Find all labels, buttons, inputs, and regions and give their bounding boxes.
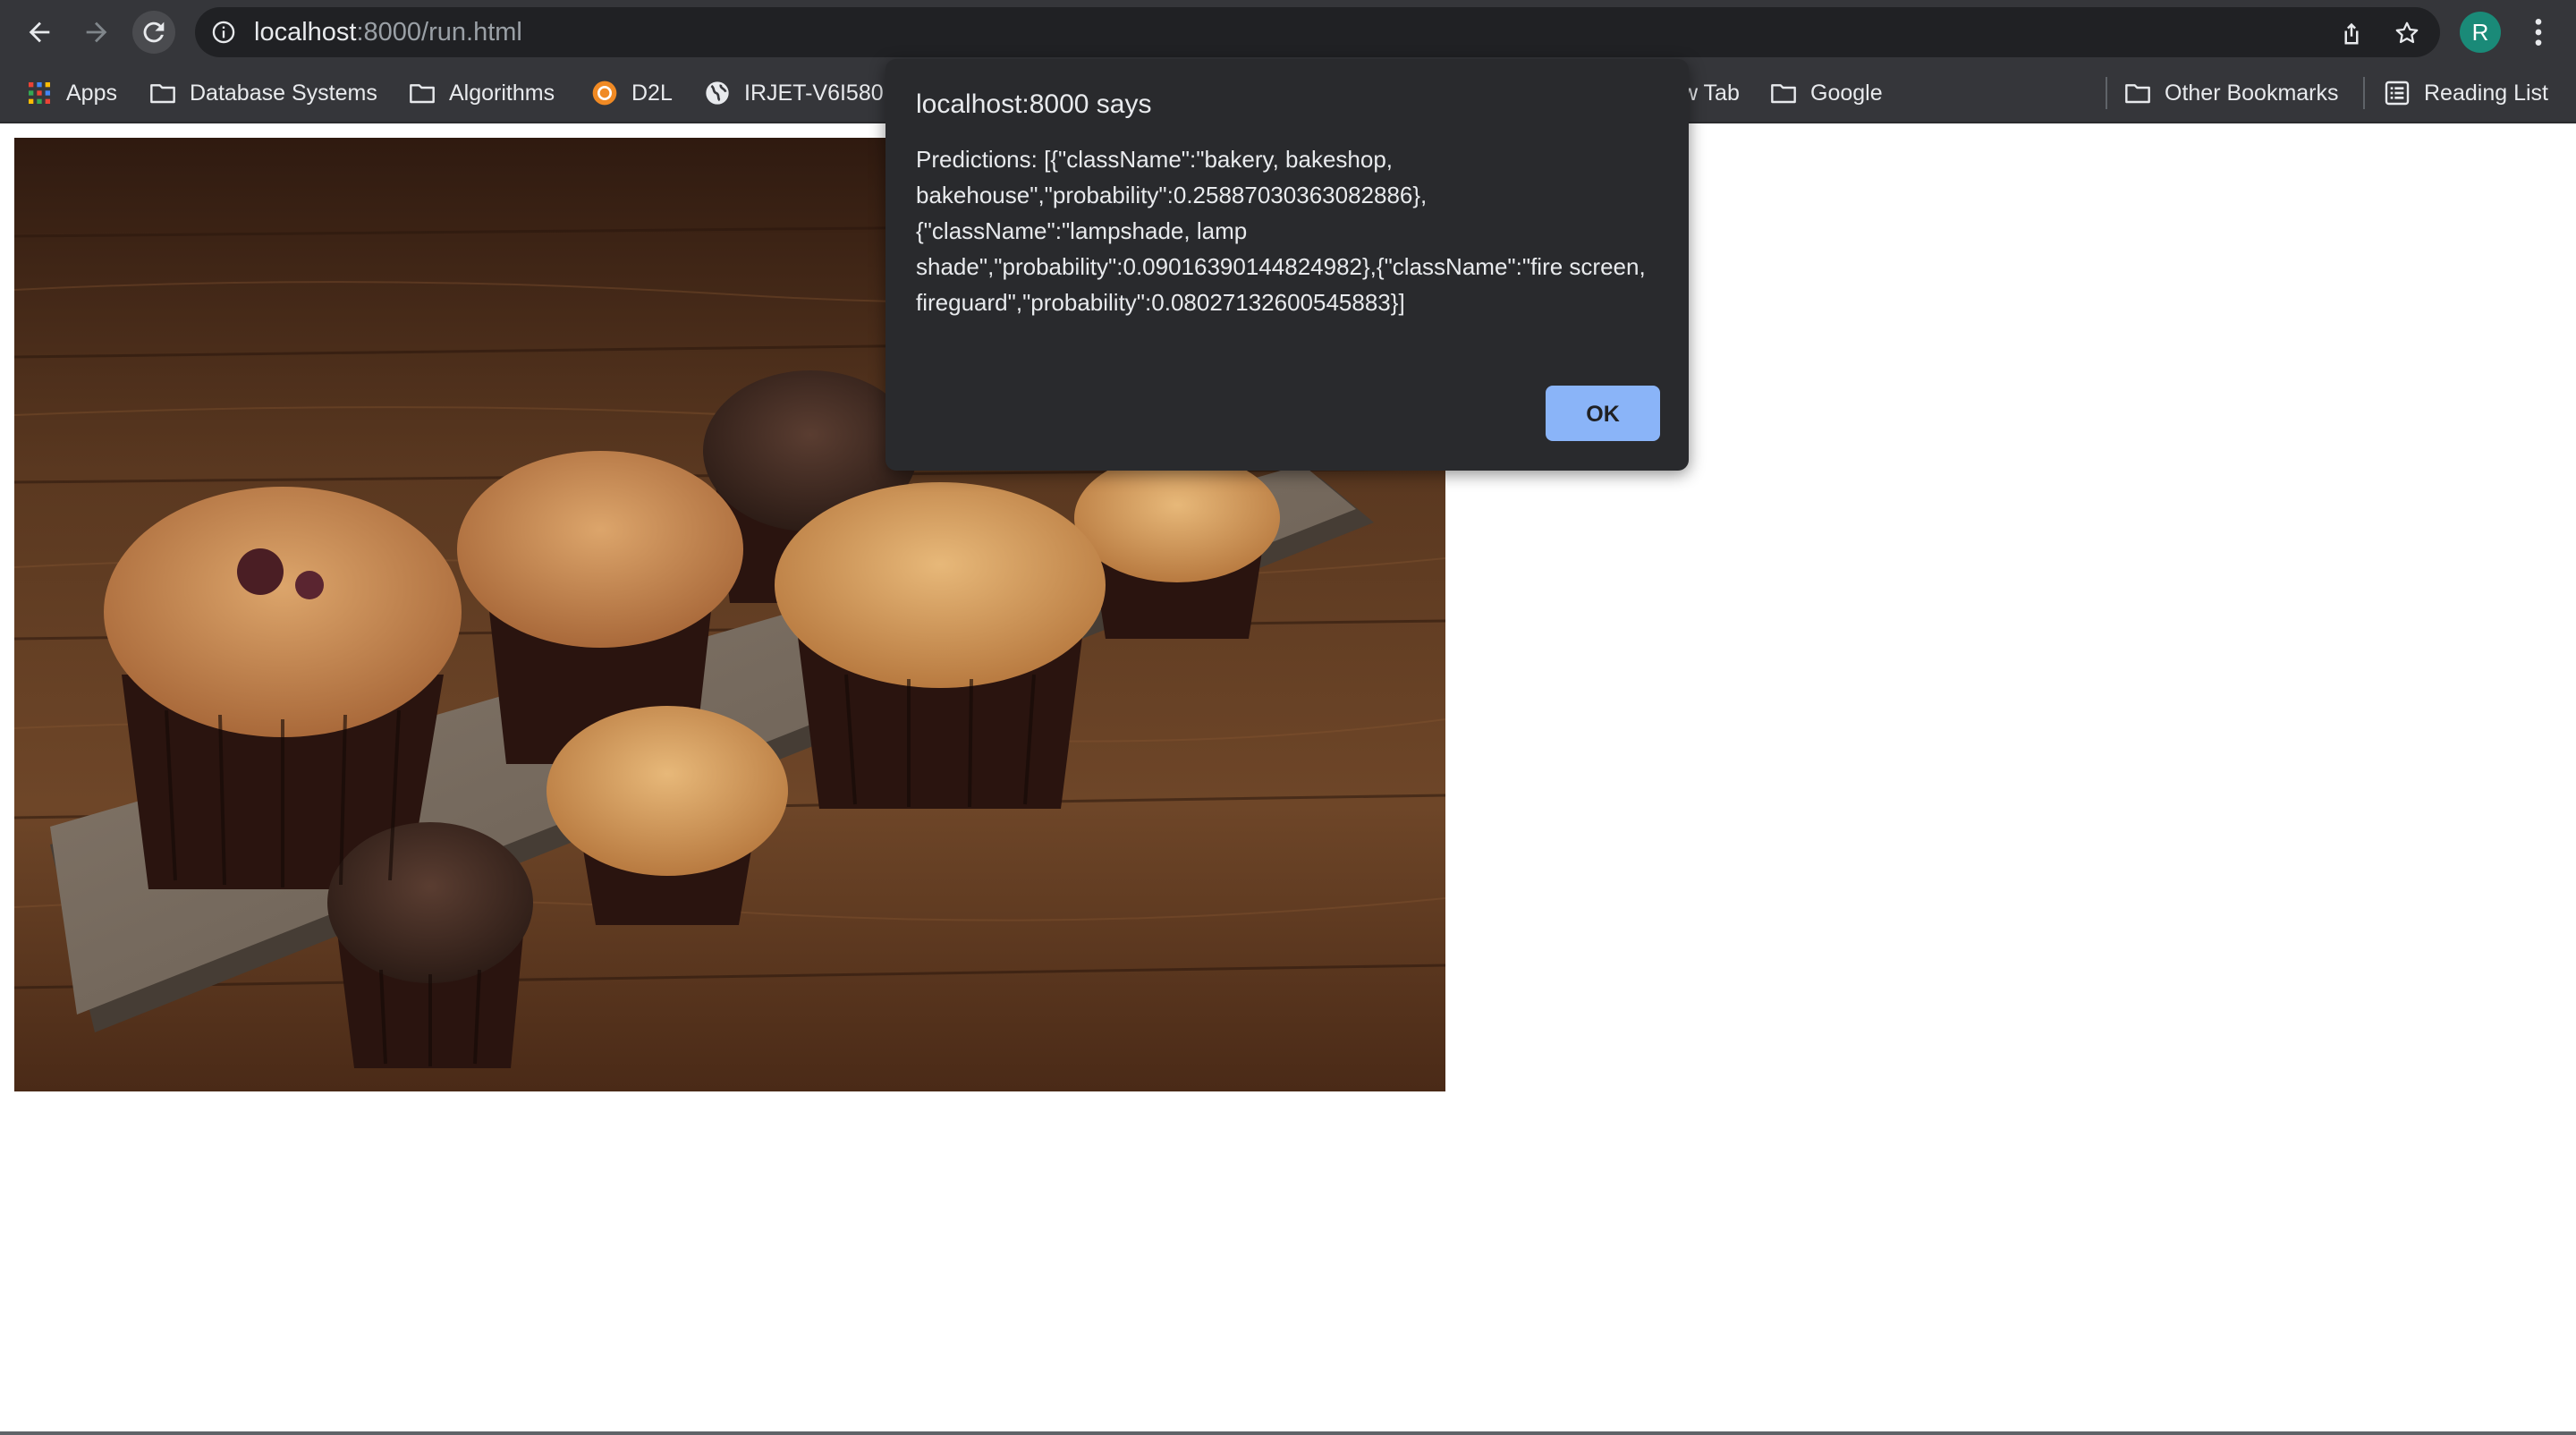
dialog-title: localhost:8000 says xyxy=(916,89,1152,119)
bookmark-d2l[interactable]: D2L xyxy=(590,64,673,122)
url-path: :8000/run.html xyxy=(356,18,522,47)
d2l-icon xyxy=(592,81,617,106)
reading-list-button[interactable]: Reading List xyxy=(2383,64,2548,122)
bookmark-label: D2L xyxy=(631,80,673,106)
arrow-left-icon xyxy=(29,21,50,43)
url-text[interactable]: localhost:8000/run.html xyxy=(254,7,522,57)
kebab-menu-icon[interactable] xyxy=(2521,14,2556,50)
url-host: localhost xyxy=(254,18,357,47)
profile-avatar[interactable]: R xyxy=(2460,12,2501,53)
bookmark-label: IRJET-V6I580 xyxy=(744,80,884,106)
window-bottom-border xyxy=(0,1431,2576,1435)
folder-icon xyxy=(410,84,435,104)
share-icon[interactable] xyxy=(2338,20,2365,47)
ok-button[interactable]: OK xyxy=(1546,386,1660,441)
reading-list-icon xyxy=(2385,81,2410,106)
back-button[interactable] xyxy=(18,11,61,54)
bookmark-label: Google xyxy=(1810,80,1883,106)
reload-icon xyxy=(143,21,165,43)
bookmark-separator xyxy=(2106,77,2107,109)
folder-icon xyxy=(1771,84,1796,104)
bookmark-label: Algorithms xyxy=(449,80,555,106)
bookmark-label: Reading List xyxy=(2424,80,2548,106)
bookmark-label: Other Bookmarks xyxy=(2165,80,2339,106)
bookmark-apps[interactable]: Apps xyxy=(25,64,117,122)
globe-icon xyxy=(706,81,729,105)
bookmark-label: Database Systems xyxy=(190,80,377,106)
bookmark-algorithms[interactable]: Algorithms xyxy=(408,64,555,122)
address-bar[interactable]: localhost:8000/run.html xyxy=(195,7,2440,57)
bookmark-label: Apps xyxy=(66,80,117,106)
info-icon[interactable] xyxy=(211,20,236,45)
forward-button[interactable] xyxy=(75,11,118,54)
folder-icon xyxy=(2125,84,2150,104)
reload-button[interactable] xyxy=(132,11,175,54)
bookmark-google[interactable]: Google xyxy=(1769,64,1883,122)
bookmark-new-tab[interactable]: w Tab xyxy=(1682,64,1740,122)
browser-toolbar: localhost:8000/run.html R xyxy=(0,0,2576,64)
apps-grid-icon xyxy=(29,82,50,104)
bookmark-separator xyxy=(2363,77,2365,109)
bookmark-other-bookmarks[interactable]: Other Bookmarks xyxy=(2123,64,2339,122)
bookmark-label: w Tab xyxy=(1682,80,1740,106)
arrow-right-icon xyxy=(86,21,107,43)
alert-dialog: localhost:8000 says Predictions: [{"clas… xyxy=(886,59,1689,471)
star-icon[interactable] xyxy=(2394,20,2420,47)
bookmark-irjet[interactable]: IRJET-V6I580 xyxy=(703,64,884,122)
dialog-message: Predictions: [{"className":"bakery, bake… xyxy=(916,146,1646,316)
folder-icon xyxy=(150,84,175,104)
bookmark-database-systems[interactable]: Database Systems xyxy=(148,64,377,122)
